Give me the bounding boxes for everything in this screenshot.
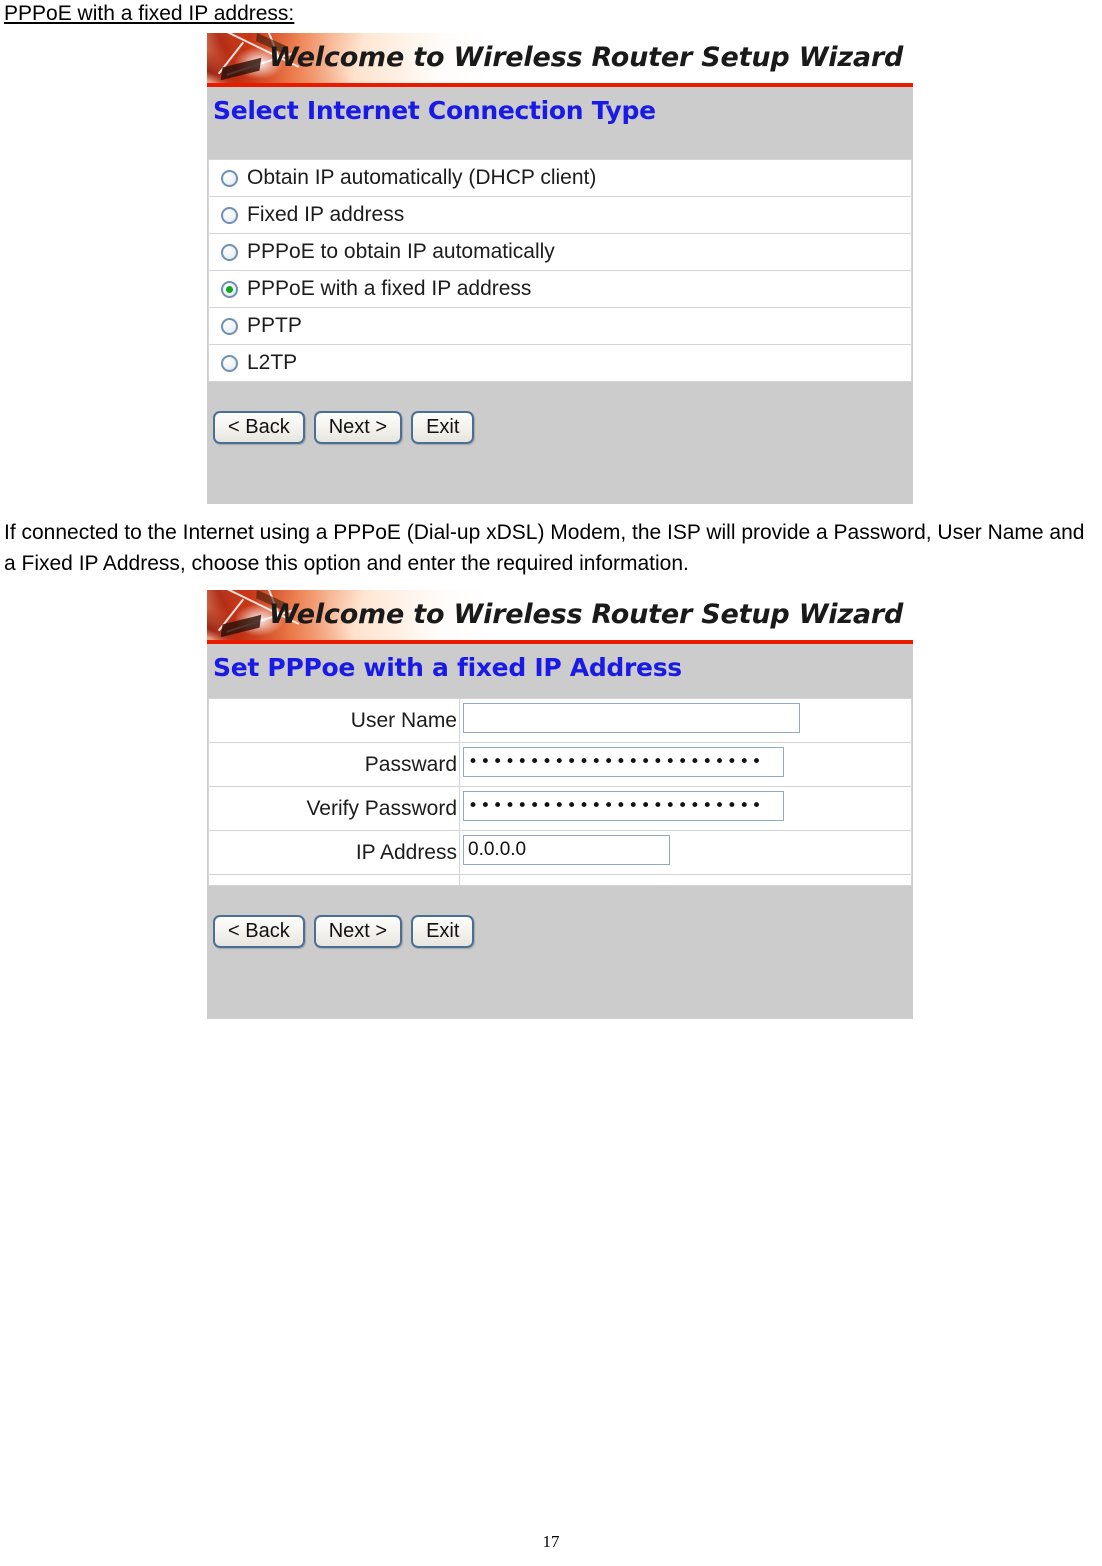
option-cell[interactable]: PPTP [209, 308, 912, 345]
verify-password-input[interactable]: •••••••••••••••••••••••• [463, 791, 784, 821]
form-row-ip-address: IP Address 0.0.0.0 [208, 830, 912, 875]
option-label: PPTP [247, 314, 302, 337]
option-cell[interactable]: PPPoE to obtain IP automatically [209, 234, 912, 271]
user-name-field-cell [459, 698, 912, 743]
page-title-lowercase: oe [321, 653, 356, 682]
page-title: Set PPPoe with a fixed IP Address [207, 644, 913, 682]
option-label: L2TP [247, 351, 298, 374]
password-input[interactable]: •••••••••••••••••••••••• [463, 747, 784, 777]
option-row-pppoe-auto[interactable]: PPPoE to obtain IP automatically [208, 233, 912, 271]
password-field-cell: •••••••••••••••••••••••• [459, 742, 912, 787]
option-row-pptp[interactable]: PPTP [208, 307, 912, 345]
option-row-fixed-ip[interactable]: Fixed IP address [208, 196, 912, 234]
back-button[interactable]: < Back [213, 915, 305, 948]
wizard-banner: Welcome to Wireless Router Setup Wizard [207, 33, 913, 83]
wizard-panel-select-connection-type: Welcome to Wireless Router Setup Wizard … [207, 33, 913, 504]
user-name-label: User Name [208, 698, 460, 743]
password-label: Passward [208, 742, 460, 787]
pppoe-settings-form: User Name Passward •••••••••••••••••••••… [208, 698, 912, 886]
verify-password-label: Verify Password [208, 786, 460, 831]
radio-button-icon[interactable] [221, 207, 238, 224]
wizard-panel-set-pppoe-fixed-ip: Welcome to Wireless Router Setup Wizard … [207, 590, 913, 1019]
page-number: 17 [542, 1532, 560, 1551]
option-row-l2tp[interactable]: L2TP [208, 344, 912, 382]
spacer-cell [459, 874, 912, 886]
exit-button[interactable]: Exit [411, 915, 475, 948]
option-label: PPPoE with a fixed IP address [247, 277, 532, 300]
radio-button-icon[interactable] [221, 244, 238, 261]
next-button[interactable]: Next > [313, 411, 403, 444]
option-label: PPPoE to obtain IP automatically [247, 240, 555, 263]
verify-password-field-cell: •••••••••••••••••••••••• [459, 786, 912, 831]
option-row-pppoe-fixed-ip[interactable]: PPPoE with a fixed IP address [208, 270, 912, 308]
form-row-password: Passward •••••••••••••••••••••••• [208, 742, 912, 787]
form-row-spacer [208, 874, 912, 886]
option-cell[interactable]: L2TP [209, 345, 912, 382]
form-row-user-name: User Name [208, 698, 912, 743]
wizard-banner: Welcome to Wireless Router Setup Wizard [207, 590, 913, 640]
section-heading: PPPoE with a fixed IP address: [4, 2, 295, 25]
page-title-suffix: with a fixed IP Address [355, 653, 682, 682]
radio-button-icon[interactable] [221, 355, 238, 372]
radio-button-icon[interactable] [221, 318, 238, 335]
ip-address-label: IP Address [208, 830, 460, 875]
wizard-button-bar: < Back Next > Exit [207, 886, 913, 948]
option-cell[interactable]: PPPoE with a fixed IP address [209, 271, 912, 308]
page-title-prefix: Set PPP [213, 653, 322, 682]
exit-button[interactable]: Exit [411, 411, 475, 444]
option-row-dhcp[interactable]: Obtain IP automatically (DHCP client) [208, 159, 912, 197]
back-button[interactable]: < Back [213, 411, 305, 444]
radio-button-icon[interactable] [221, 170, 238, 187]
form-row-verify-password: Verify Password •••••••••••••••••••••••• [208, 786, 912, 831]
option-label: Fixed IP address [247, 203, 405, 226]
option-cell[interactable]: Fixed IP address [209, 197, 912, 234]
wizard-button-bar: < Back Next > Exit [207, 382, 913, 444]
banner-title: Welcome to Wireless Router Setup Wizard [268, 42, 904, 73]
banner-title: Welcome to Wireless Router Setup Wizard [268, 599, 904, 630]
option-label: Obtain IP automatically (DHCP client) [247, 166, 597, 189]
ip-address-field-cell: 0.0.0.0 [459, 830, 912, 875]
page-title: Select Internet Connection Type [213, 96, 656, 125]
next-button[interactable]: Next > [313, 915, 403, 948]
spacer-cell [208, 874, 460, 886]
option-cell[interactable]: Obtain IP automatically (DHCP client) [209, 160, 912, 197]
user-name-input[interactable] [463, 703, 800, 733]
connection-type-option-list: Obtain IP automatically (DHCP client) Fi… [208, 159, 912, 382]
radio-button-selected-icon[interactable] [221, 281, 238, 298]
body-paragraph: If connected to the Internet using a PPP… [4, 521, 1085, 575]
ip-address-input[interactable]: 0.0.0.0 [463, 835, 670, 865]
